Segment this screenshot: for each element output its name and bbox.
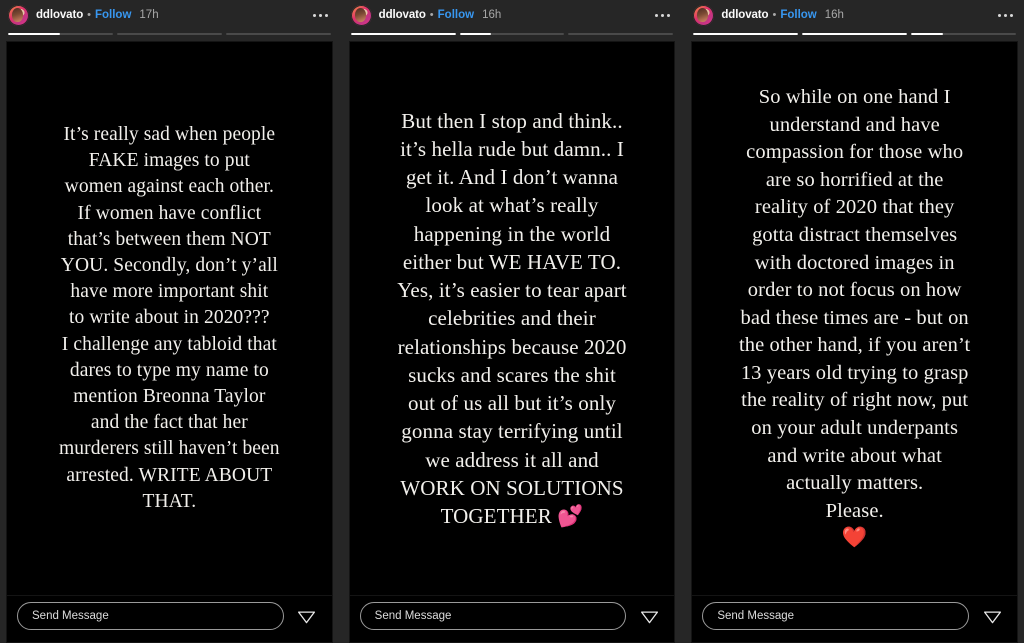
more-options-icon[interactable]: [996, 10, 1015, 21]
story-text: So while on one hand I understand and ha…: [738, 86, 971, 550]
story-footer: [6, 596, 333, 643]
separator-dot: •: [429, 9, 434, 21]
progress-segment[interactable]: [911, 33, 1017, 35]
send-message-input[interactable]: [17, 602, 284, 630]
story-text: But then I stop and think.. it’s hella r…: [397, 108, 627, 529]
follow-button[interactable]: Follow: [438, 9, 474, 21]
profile-avatar[interactable]: [693, 4, 715, 26]
more-options-icon[interactable]: [311, 10, 330, 21]
story-panel-2[interactable]: ddlovato • Follow 16h But then I stop an…: [338, 0, 682, 643]
progress-segment[interactable]: [802, 33, 908, 35]
story-footer: [348, 596, 676, 643]
progress-segment[interactable]: [693, 33, 799, 35]
paper-plane-icon[interactable]: [634, 601, 664, 631]
progress-fill: [911, 33, 943, 35]
story-header: ddlovato • Follow 16h: [685, 0, 1024, 30]
story-canvas[interactable]: It’s really sad when people FAKE images …: [6, 41, 333, 596]
story-header: ddlovato • Follow 16h: [342, 0, 682, 30]
profile-avatar[interactable]: [350, 4, 372, 26]
timestamp-label: 16h: [482, 9, 502, 21]
profile-avatar[interactable]: [8, 4, 29, 26]
progress-segment[interactable]: [459, 33, 565, 35]
story-canvas[interactable]: But then I stop and think.. it’s hella r…: [348, 41, 676, 596]
stories-viewer: ddlovato • Follow 17h It’s really sad wh…: [0, 0, 1024, 643]
more-options-icon[interactable]: [653, 10, 672, 21]
username-label[interactable]: ddlovato: [721, 9, 768, 21]
progress-fill: [802, 33, 908, 35]
story-progress-bar: [342, 30, 682, 38]
story-header: ddlovato • Follow 17h: [0, 0, 339, 30]
send-message-input[interactable]: [359, 602, 627, 630]
username-label[interactable]: ddlovato: [36, 9, 83, 21]
progress-fill: [693, 33, 799, 35]
story-panel-1[interactable]: ddlovato • Follow 17h It’s really sad wh…: [0, 0, 339, 643]
progress-segment[interactable]: [350, 33, 456, 35]
story-text: It’s really sad when people FAKE images …: [59, 123, 280, 512]
story-canvas[interactable]: So while on one hand I understand and ha…: [691, 41, 1019, 596]
follow-button[interactable]: Follow: [780, 9, 816, 21]
progress-segment[interactable]: [8, 33, 113, 35]
progress-segment[interactable]: [116, 33, 222, 35]
separator-dot: •: [87, 9, 91, 21]
paper-plane-icon[interactable]: [977, 601, 1007, 631]
follow-button[interactable]: Follow: [95, 9, 131, 21]
send-message-input[interactable]: [702, 602, 970, 630]
separator-dot: •: [772, 9, 777, 21]
story-progress-bar: [0, 30, 339, 38]
timestamp-label: 16h: [824, 9, 844, 21]
progress-segment[interactable]: [225, 33, 331, 35]
username-label[interactable]: ddlovato: [379, 9, 426, 21]
progress-fill: [8, 33, 61, 35]
progress-segment[interactable]: [568, 33, 674, 35]
timestamp-label: 17h: [139, 9, 159, 21]
story-progress-bar: [685, 30, 1024, 38]
story-panel-3[interactable]: ddlovato • Follow 16h So while on one ha…: [681, 0, 1024, 643]
progress-fill: [459, 33, 492, 35]
story-footer: [691, 596, 1019, 643]
progress-fill: [350, 33, 456, 35]
paper-plane-icon[interactable]: [292, 601, 322, 631]
